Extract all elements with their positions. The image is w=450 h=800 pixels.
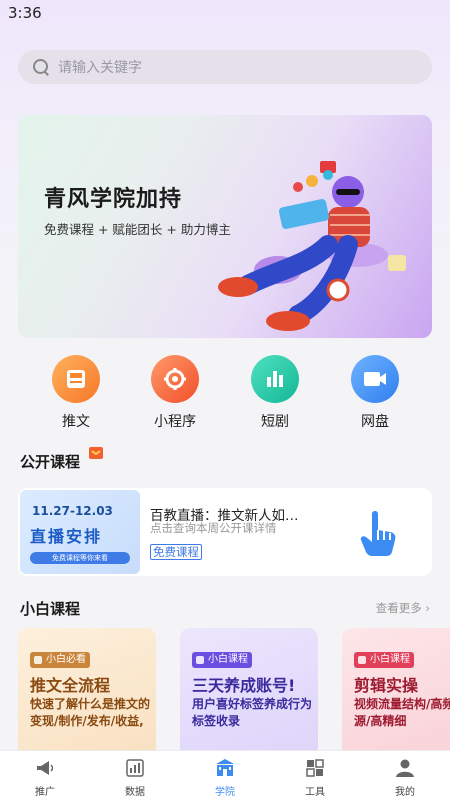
quick-action-miniprogram[interactable]: 小程序 — [135, 355, 215, 431]
chevron-right-icon: › — [425, 601, 430, 615]
course-desc: 快速了解什么是推文的变现/制作/发布/收益, — [30, 697, 151, 728]
course-tag: 小白课程 — [192, 652, 252, 668]
person-icon — [396, 759, 414, 777]
school-icon — [216, 759, 234, 776]
course-card[interactable]: 小白必看 推文全流程 快速了解什么是推文的变现/制作/发布/收益, — [18, 628, 156, 750]
search-icon — [32, 58, 50, 76]
quick-action-netdisk[interactable]: 网盘 — [335, 355, 415, 431]
tools-icon — [306, 759, 324, 777]
bar-chart-icon — [251, 355, 299, 403]
free-course-tag[interactable]: 免费课程 — [150, 544, 202, 560]
hand-pointer-icon — [360, 511, 396, 556]
course-card[interactable]: 小白课程 三天养成账号! 用户喜好标签养成行为标签收录 — [180, 628, 318, 750]
quick-action-label: 小程序 — [154, 414, 196, 430]
course-desc: 用户喜好标签养成行为标签收录 — [192, 697, 313, 728]
view-more-label: 查看更多 — [375, 601, 422, 615]
tab-academy[interactable]: 学院 — [180, 751, 270, 800]
tab-label: 推广 — [35, 787, 55, 798]
thumb-main: 直播安排 — [30, 527, 103, 546]
gear-wrench-icon — [151, 355, 199, 403]
banner-title: 青风学院加持 — [44, 187, 183, 212]
quick-action-label: 网盘 — [361, 414, 389, 430]
open-courses-title: 公开课程 — [20, 453, 81, 471]
course-card[interactable]: 小白课程 剪辑实操 视频流量结构/高频来源/高精细 — [342, 628, 450, 750]
quick-action-label: 短剧 — [261, 414, 289, 430]
course-desc: 视频流量结构/高频来源/高精细 — [354, 697, 450, 728]
quick-actions: 推文 小程序 短剧 网盘 — [0, 355, 450, 435]
tab-data[interactable]: 数据 — [90, 751, 180, 800]
badge-icon — [89, 447, 103, 459]
megaphone-icon — [37, 761, 54, 775]
search-input[interactable]: 请输入关键字 — [58, 57, 142, 77]
quick-action-tuiwen[interactable]: 推文 — [36, 355, 116, 431]
course-title: 推文全流程 — [30, 676, 111, 695]
open-course-thumbnail: 11.27-12.03 直播安排 免费课程等你来看 — [20, 490, 140, 574]
status-time: 3:36 — [8, 4, 42, 22]
course-tag: 小白必看 — [30, 652, 90, 668]
tab-label: 我的 — [395, 787, 415, 798]
tab-promote[interactable]: 推广 — [0, 751, 90, 800]
quick-action-label: 推文 — [62, 414, 90, 430]
status-bar: 3:36 — [0, 0, 450, 26]
beginner-course-list: 小白必看 推文全流程 快速了解什么是推文的变现/制作/发布/收益, 小白课程 三… — [18, 628, 450, 750]
banner-illustration-icon — [218, 161, 406, 331]
view-more-link[interactable]: 查看更多 › — [376, 600, 430, 616]
bottom-tab-bar: 推广 数据 学院 工具 我的 — [0, 750, 450, 800]
banner-subtitle: 免费课程 + 赋能团长 + 助力博主 — [44, 222, 231, 237]
thumb-date: 11.27-12.03 — [32, 504, 113, 518]
course-title: 剪辑实操 — [354, 676, 419, 695]
thumb-pill: 免费课程等你来看 — [30, 552, 130, 564]
tab-tools[interactable]: 工具 — [270, 751, 360, 800]
quick-action-drama[interactable]: 短剧 — [235, 355, 315, 431]
tab-profile[interactable]: 我的 — [360, 751, 450, 800]
tab-label: 数据 — [125, 787, 145, 798]
promo-banner[interactable]: 青风学院加持 免费课程 + 赋能团长 + 助力博主 — [18, 115, 432, 338]
course-title: 三天养成账号! — [192, 676, 296, 695]
tab-label: 学院 — [215, 787, 235, 798]
video-camera-icon — [351, 355, 399, 403]
search-bar[interactable]: 请输入关键字 — [18, 50, 432, 84]
beginner-courses-title: 小白课程 — [20, 600, 81, 618]
open-course-subtitle: 点击查询本周公开课详情 — [150, 521, 277, 535]
tab-label: 工具 — [305, 787, 325, 798]
chart-icon — [126, 759, 144, 777]
course-tag: 小白课程 — [354, 652, 414, 668]
open-course-card[interactable]: 11.27-12.03 直播安排 免费课程等你来看 百教直播：推文新人如… 点击… — [18, 488, 432, 576]
book-icon — [52, 355, 100, 403]
